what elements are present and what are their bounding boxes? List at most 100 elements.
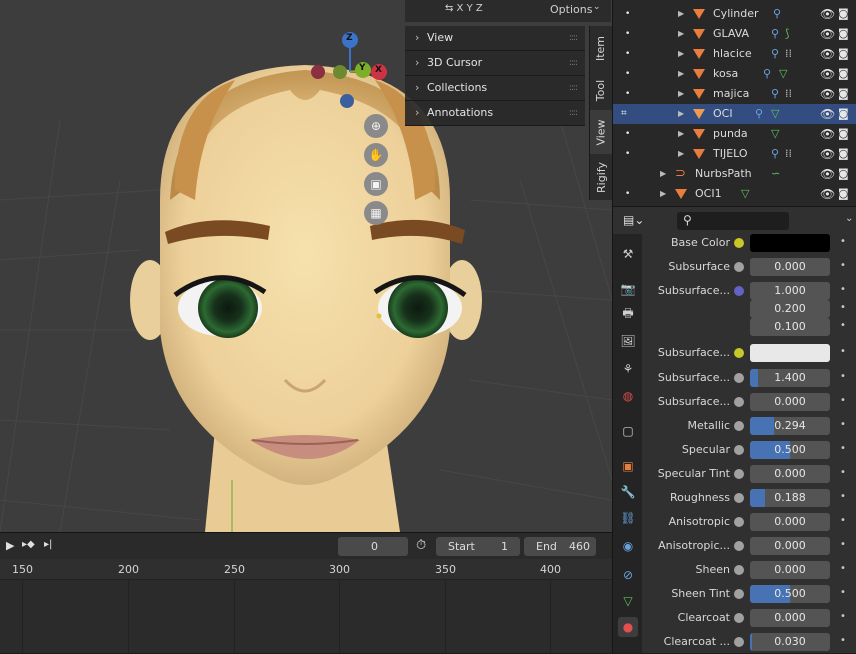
jump-keyframe-icon[interactable]: ▸◆ xyxy=(22,539,35,550)
eye-icon[interactable]: 👁 xyxy=(820,84,835,104)
keyframe-dot-icon[interactable]: • xyxy=(840,320,846,331)
expand-arrow-icon[interactable]: ▶ xyxy=(678,84,684,104)
drag-grip-icon[interactable]: :::: xyxy=(569,26,578,50)
eye-icon[interactable]: 👁 xyxy=(820,4,835,24)
camera-icon[interactable]: ◙ xyxy=(838,64,849,84)
camera-icon[interactable]: ◙ xyxy=(838,144,849,164)
subsurface-color-swatch[interactable] xyxy=(750,344,830,362)
expand-arrow-icon[interactable]: ▶ xyxy=(678,24,684,44)
expand-arrow-icon[interactable]: ▶ xyxy=(660,164,666,184)
play-icon[interactable]: ▶ xyxy=(6,539,14,552)
subsurface-radius-y-field[interactable]: 0.200 xyxy=(750,300,830,318)
socket-icon[interactable] xyxy=(734,397,744,407)
socket-icon[interactable] xyxy=(734,541,744,551)
tab-rigify[interactable]: Rigify xyxy=(589,154,612,200)
3d-viewport[interactable]: Z Y X ⊕ ✋ ▣ ▦ ⇆ X Y Z Options ⌄ › View:::… xyxy=(0,0,612,532)
keyframe-dot-icon[interactable]: • xyxy=(840,419,846,430)
expand-arrow-icon[interactable]: ▶ xyxy=(678,124,684,144)
keyframe-dot-icon[interactable]: • xyxy=(840,563,846,574)
collection-icon[interactable]: ▢ xyxy=(618,421,638,441)
keyframe-dot-icon[interactable]: • xyxy=(840,302,846,313)
object-icon[interactable]: ▣ xyxy=(618,456,638,476)
camera-icon[interactable]: ◙ xyxy=(838,84,849,104)
sheen-tint-field[interactable]: 0.500 xyxy=(750,585,830,603)
keyframe-dot-icon[interactable]: • xyxy=(840,395,846,406)
eye-icon[interactable]: 👁 xyxy=(820,44,835,64)
options-dropdown[interactable]: Options xyxy=(550,3,592,16)
tool-settings-icon[interactable]: ⚒ xyxy=(618,244,638,264)
subsurface-radius-x-field[interactable]: 1.000 xyxy=(750,282,830,300)
specular-field[interactable]: 0.500 xyxy=(750,441,830,459)
outliner-row[interactable]: • ▶ punda ▽ 👁 ◙ xyxy=(613,124,856,144)
particles-icon[interactable]: ⛓ xyxy=(618,508,638,528)
camera-icon[interactable]: ◙ xyxy=(838,4,849,24)
keyframe-dot-icon[interactable]: • xyxy=(840,539,846,550)
socket-icon[interactable] xyxy=(734,421,744,431)
npanel-view-section[interactable]: › View:::: xyxy=(405,26,585,51)
clearcoat-roughness-field[interactable]: 0.030 xyxy=(750,633,830,651)
subsurface-anisotropy-field[interactable]: 0.000 xyxy=(750,393,830,411)
outliner-row[interactable]: • ▶ kosa ⚲ ▽ 👁 ◙ xyxy=(613,64,856,84)
camera-icon[interactable]: ◙ xyxy=(838,184,849,204)
subsurface-field[interactable]: 0.000 xyxy=(750,258,830,276)
socket-icon[interactable] xyxy=(734,286,744,296)
drag-grip-icon[interactable]: :::: xyxy=(569,76,578,100)
keyframe-dot-icon[interactable]: • xyxy=(840,611,846,622)
eye-icon[interactable]: 👁 xyxy=(820,104,835,124)
mesh-data-icon[interactable]: ▽ xyxy=(618,591,638,611)
material-icon[interactable]: ● xyxy=(618,617,638,637)
camera-view-icon[interactable]: ▣ xyxy=(364,172,388,196)
camera-icon[interactable]: ◙ xyxy=(838,124,849,144)
tab-tool[interactable]: Tool xyxy=(589,70,612,110)
outliner-row[interactable]: • ▶ TIJELO ⚲ ⁞⁞ 👁 ◙ xyxy=(613,144,856,164)
output-icon[interactable]: 🖶 xyxy=(618,303,638,323)
world-icon[interactable]: ◍ xyxy=(618,386,638,406)
socket-icon[interactable] xyxy=(734,348,744,358)
tab-item[interactable]: Item xyxy=(589,26,612,70)
outliner-row[interactable]: ▶ ⊃ NurbsPath ∽ 👁 ◙ xyxy=(613,164,856,184)
start-frame-field[interactable]: Start 1 xyxy=(436,537,520,556)
eye-icon[interactable]: 👁 xyxy=(820,24,835,44)
chevron-down-icon[interactable]: ⌄ xyxy=(845,213,853,224)
zoom-icon[interactable]: ⊕ xyxy=(364,114,388,138)
timeline-ruler[interactable] xyxy=(0,559,612,580)
socket-icon[interactable] xyxy=(734,493,744,503)
outliner-row[interactable]: • ▶ GLAVA ⚲ ⟆ 👁 ◙ xyxy=(613,24,856,44)
socket-icon[interactable] xyxy=(734,373,744,383)
metallic-field[interactable]: 0.294 xyxy=(750,417,830,435)
modifier-wrench-icon[interactable]: 🔧 xyxy=(618,482,638,502)
subsurface-radius-z-field[interactable]: 0.100 xyxy=(750,318,830,336)
camera-icon[interactable]: ◙ xyxy=(838,24,849,44)
camera-icon[interactable]: ◙ xyxy=(838,104,849,124)
editor-type-icon[interactable]: ▤⌄ xyxy=(623,213,644,227)
eye-icon[interactable]: 👁 xyxy=(820,144,835,164)
npanel-3d-cursor-section[interactable]: › 3D Cursor:::: xyxy=(405,51,585,76)
socket-icon[interactable] xyxy=(734,445,744,455)
jump-end-icon[interactable]: ▸| xyxy=(44,539,52,550)
keyframe-dot-icon[interactable]: • xyxy=(840,236,846,247)
timeline-area[interactable]: 150 200 250 300 350 400 xyxy=(0,559,612,653)
eye-icon[interactable]: 👁 xyxy=(820,124,835,144)
scene-icon[interactable]: ⚘ xyxy=(618,359,638,379)
socket-icon[interactable] xyxy=(734,262,744,272)
ortho-grid-icon[interactable]: ▦ xyxy=(364,201,388,225)
expand-arrow-icon[interactable]: ▶ xyxy=(678,64,684,84)
camera-icon[interactable]: ◙ xyxy=(838,164,849,184)
socket-icon[interactable] xyxy=(734,613,744,623)
eye-icon[interactable]: 👁 xyxy=(820,184,835,204)
keyframe-dot-icon[interactable]: • xyxy=(840,443,846,454)
roughness-field[interactable]: 0.188 xyxy=(750,489,830,507)
keyframe-dot-icon[interactable]: • xyxy=(840,467,846,478)
navigation-gizmo[interactable]: Z Y X xyxy=(305,30,395,110)
tab-view[interactable]: View xyxy=(589,110,612,154)
outliner-row-selected[interactable]: ⌗ ▶ OCI ⚲ ▽ 👁 ◙ xyxy=(613,104,856,124)
anisotropic-rotation-field[interactable]: 0.000 xyxy=(750,537,830,555)
socket-icon[interactable] xyxy=(734,637,744,647)
view-layer-icon[interactable]: 🖼 xyxy=(618,331,638,351)
npanel-collections-section[interactable]: › Collections:::: xyxy=(405,76,585,101)
keyframe-dot-icon[interactable]: • xyxy=(840,284,846,295)
socket-icon[interactable] xyxy=(734,565,744,575)
keyframe-dot-icon[interactable]: • xyxy=(840,587,846,598)
expand-arrow-icon[interactable]: ▶ xyxy=(678,104,684,124)
physics-icon[interactable]: ◉ xyxy=(618,536,638,556)
